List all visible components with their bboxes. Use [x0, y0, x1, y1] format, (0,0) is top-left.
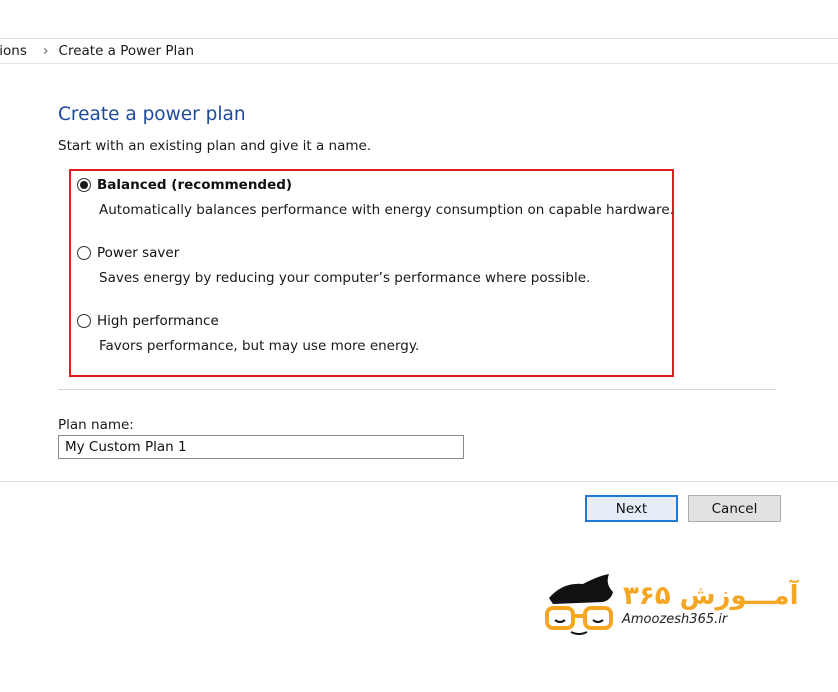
- cancel-button[interactable]: Cancel: [688, 495, 781, 522]
- watermark-site: Amoozesh365.ir: [622, 612, 728, 627]
- plan-option-high-performance[interactable]: High performance Favors performance, but…: [77, 312, 419, 354]
- breadcrumb: tions › Create a Power Plan: [0, 42, 194, 60]
- top-divider: [0, 38, 838, 39]
- next-button[interactable]: Next: [585, 495, 678, 522]
- plan-description-power-saver: Saves energy by reducing your computer’s…: [99, 270, 591, 286]
- plan-name-input[interactable]: [58, 435, 464, 459]
- plan-label-power-saver[interactable]: Power saver: [97, 245, 179, 261]
- plan-option-balanced[interactable]: Balanced (recommended) Automatically bal…: [77, 176, 674, 218]
- plan-option-power-saver[interactable]: Power saver Saves energy by reducing you…: [77, 244, 590, 286]
- plan-description-balanced: Automatically balances performance with …: [99, 202, 674, 218]
- plan-description-high-performance: Favors performance, but may use more ene…: [99, 338, 420, 354]
- watermark-logo: آمـــوزش ۳۶۵: [545, 574, 800, 635]
- section-divider: [58, 389, 776, 390]
- plan-label-high-performance[interactable]: High performance: [97, 313, 219, 329]
- radio-balanced[interactable]: [77, 178, 91, 192]
- page-subtitle: Start with an existing plan and give it …: [58, 138, 372, 154]
- breadcrumb-previous[interactable]: tions: [0, 43, 27, 59]
- breadcrumb-divider: [0, 63, 838, 64]
- watermark-brand: آمـــوزش ۳۶۵: [623, 579, 800, 611]
- page-title: Create a power plan: [58, 104, 246, 125]
- plan-name-label: Plan name:: [58, 417, 134, 433]
- breadcrumb-current[interactable]: Create a Power Plan: [59, 43, 195, 59]
- radio-selected-dot: [80, 181, 88, 189]
- chevron-right-icon: ›: [42, 42, 49, 60]
- radio-high-performance[interactable]: [77, 314, 91, 328]
- footer-divider: [0, 481, 838, 482]
- radio-power-saver[interactable]: [77, 246, 91, 260]
- plan-label-balanced[interactable]: Balanced (recommended): [97, 177, 292, 193]
